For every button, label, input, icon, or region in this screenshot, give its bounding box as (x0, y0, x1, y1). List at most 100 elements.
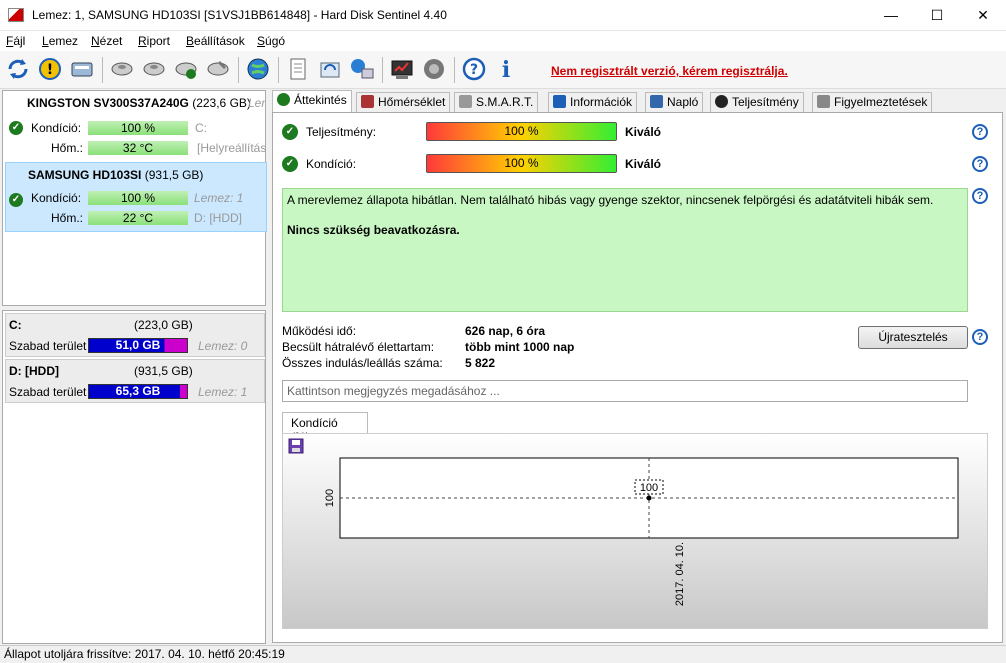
volume-item-c[interactable]: C: (223,0 GB) Szabad terület 51,0 GB Lem… (5, 313, 265, 357)
volume-disk: Lemez: 1 (198, 385, 248, 399)
disk-list: KINGSTON SV300S37A240G (223,6 GB) Len ✓ … (2, 90, 267, 306)
network-icon[interactable] (348, 55, 376, 83)
drive-letter: D: [HDD] (194, 211, 242, 225)
disk-size: (223,6 GB) (192, 96, 251, 110)
status-message-bold: Nincs szükség beavatkozásra. (287, 223, 460, 237)
sync-icon[interactable] (316, 55, 344, 83)
remaining-life-label: Becsült hátralévő élettartam: (282, 340, 435, 354)
tab-information[interactable]: Információk (548, 92, 638, 112)
menu-file[interactable]: Fájl (6, 34, 25, 48)
volume-list: C: (223,0 GB) Szabad terület 51,0 GB Lem… (2, 310, 266, 644)
temperature-bar: 22 °C (88, 211, 188, 225)
maximize-button[interactable]: ☐ (914, 0, 960, 31)
tab-smart[interactable]: S.M.A.R.T. (454, 92, 539, 112)
disk-tool-icon[interactable] (204, 55, 232, 83)
chart-x-tick-label: 2017. 04. 10. (674, 542, 686, 606)
help-icon[interactable]: ? (460, 55, 488, 83)
chart-canvas: 100 100 2017. 04. 10. (324, 457, 959, 606)
gauge-icon (715, 95, 728, 108)
note-input[interactable]: Kattintson megjegyzés megadásához ... (282, 380, 968, 402)
overview-panel: ✓ Teljesítmény: 100 % Kiváló ? ✓ Kondíci… (272, 112, 1003, 643)
ok-check-icon: ✓ (9, 121, 23, 135)
chart-icon[interactable] (388, 55, 416, 83)
menu-settings[interactable]: Beállítások (186, 34, 245, 48)
free-space-bar: 65,3 GB (88, 384, 188, 399)
svg-text:!: ! (47, 62, 53, 78)
status-message-box: A merevlemez állapota hibátlan. Nem talá… (282, 188, 968, 312)
disk-ok-icon[interactable] (172, 55, 200, 83)
tab-log[interactable]: Napló (645, 92, 704, 112)
condition-rating: Kiváló (625, 157, 662, 171)
condition-ok-icon: ✓ (282, 156, 298, 172)
start-count-label: Összes indulás/leállás száma: (282, 356, 443, 370)
volume-item-d[interactable]: D: [HDD] (931,5 GB) Szabad terület 65,3 … (5, 359, 265, 403)
menu-help[interactable]: Súgó (257, 34, 285, 48)
check-icon (277, 93, 290, 106)
app-icon (8, 8, 24, 22)
info-icon (553, 95, 566, 108)
condition-bar: 100 % (88, 191, 188, 205)
smart-icon (459, 95, 472, 108)
menu-report[interactable]: Riport (138, 34, 170, 48)
chart-data-point (646, 495, 652, 501)
disk-extra: Len (248, 96, 266, 110)
uptime-label: Működési idő: (282, 324, 357, 338)
disk-test-icon[interactable] (108, 55, 136, 83)
condition-graph: 100 100 2017. 04. 10. (282, 433, 988, 629)
alerts-icon (817, 95, 830, 108)
refresh-icon[interactable] (4, 55, 32, 83)
close-button[interactable]: ✕ (960, 0, 1006, 31)
disk-icon[interactable] (68, 55, 96, 83)
tab-performance[interactable]: Teljesítmény (710, 92, 804, 112)
free-space-bar: 51,0 GB (88, 338, 188, 353)
volume-size: (223,0 GB) (134, 318, 193, 332)
volume-name: C: (9, 318, 22, 332)
svg-text:?: ? (470, 62, 478, 78)
speaker-icon[interactable] (420, 55, 448, 83)
help-icon[interactable]: ? (972, 156, 988, 172)
log-icon (650, 95, 663, 108)
performance-bar: 100 % (426, 122, 617, 141)
disk-number: Lemez: 1 (194, 191, 244, 205)
help-icon[interactable]: ? (972, 188, 988, 204)
thermometer-icon (361, 95, 374, 108)
free-space-label: Szabad terület (9, 385, 87, 399)
graph-tab-condition[interactable]: Kondíció (%) (282, 412, 368, 444)
disk-item-samsung[interactable]: SAMSUNG HD103SI (931,5 GB) ✓ Kondíció: 1… (5, 162, 267, 232)
volume-size: (931,5 GB) (134, 364, 193, 378)
performance-rating: Kiváló (625, 125, 662, 139)
help-icon[interactable]: ? (972, 124, 988, 140)
volume-name: D: [HDD] (9, 364, 59, 378)
tab-temperature[interactable]: Hőmérséklet (356, 92, 451, 112)
globe-icon[interactable] (244, 55, 272, 83)
retest-button[interactable]: Újratesztelés (858, 326, 968, 349)
disk-item-kingston[interactable]: KINGSTON SV300S37A240G (223,6 GB) Len ✓ … (5, 91, 267, 161)
condition-label: Kondíció: (306, 157, 357, 171)
temperature-bar: 32 °C (88, 141, 188, 155)
chart-y-tick-label: 100 (324, 489, 336, 507)
volume-disk: Lemez: 0 (198, 339, 248, 353)
ok-check-icon: ✓ (9, 193, 23, 207)
alert-icon[interactable]: ! (36, 55, 64, 83)
condition-label: Kondíció: (31, 121, 82, 135)
tab-overview[interactable]: Áttekintés (272, 90, 352, 112)
tab-alerts[interactable]: Figyelmeztetések (812, 92, 933, 112)
info-icon[interactable]: i (492, 55, 520, 83)
status-message: A merevlemez állapota hibátlan. Nem talá… (287, 193, 934, 207)
free-space-label: Szabad terület (9, 339, 87, 353)
minimize-button[interactable]: — (868, 0, 914, 31)
drive-note: [Helyreállítás (197, 141, 267, 155)
chart-data-label: 100 (640, 482, 658, 494)
remaining-life-value: több mint 1000 nap (465, 340, 575, 354)
disk-test2-icon[interactable] (140, 55, 168, 83)
register-link[interactable]: Nem regisztrált verzió, kérem regisztrál… (551, 64, 788, 78)
condition-bar: 100 % (88, 121, 188, 135)
svg-text:i: i (502, 57, 510, 83)
menu-disk[interactable]: Lemez (42, 34, 78, 48)
menu-view[interactable]: Nézet (91, 34, 122, 48)
help-icon[interactable]: ? (972, 329, 988, 345)
performance-label: Teljesítmény: (306, 125, 377, 139)
report-icon[interactable] (284, 55, 312, 83)
performance-ok-icon: ✓ (282, 124, 298, 140)
temperature-label: Hőm.: (51, 141, 84, 155)
